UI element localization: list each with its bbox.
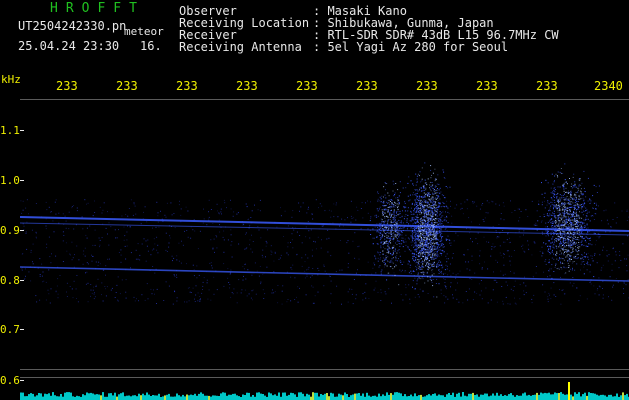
x-tick-label: 233 <box>116 79 138 93</box>
x-tick-label: 2340 <box>594 79 623 93</box>
x-tick-label: 233 <box>416 79 438 93</box>
x-tick-label: 233 <box>56 79 78 93</box>
noise-speckle <box>20 199 629 305</box>
y-tick-label: 0.6 <box>0 374 20 387</box>
y-tick-label: 0.7 <box>0 323 20 336</box>
meteor-label: meteor <box>124 25 164 38</box>
date-time: 25.04.24 23:30 <box>18 39 120 53</box>
y-tick-label: 0.8 <box>0 274 20 287</box>
y-tick-label: 0.9 <box>0 224 20 237</box>
x-tick-label: 233 <box>296 79 318 93</box>
title: HROFFT <box>50 1 145 16</box>
grid-lines <box>20 99 629 378</box>
x-tick-label: 233 <box>476 79 498 93</box>
x-tick-label: 233 <box>176 79 198 93</box>
y-tick-label: 1.1 <box>0 124 20 137</box>
y-tick-label: 1.0 <box>0 174 20 187</box>
x-tick-label: 233 <box>536 79 558 93</box>
spectrogram <box>20 99 629 400</box>
y-tick-marks <box>20 130 24 381</box>
file-name: UT2504242330.pn <box>18 19 127 33</box>
noise-floor <box>20 382 629 400</box>
meteor-count: 16. <box>140 39 162 53</box>
info-value-antenna: : 5el Yagi Az 280 for Seoul <box>313 40 509 54</box>
x-tick-label: 233 <box>236 79 258 93</box>
info-label-antenna: Receiving Antenna <box>179 40 302 54</box>
x-tick-label: 233 <box>356 79 378 93</box>
carrier-traces <box>20 216 629 282</box>
y-unit-label: kHz <box>1 73 21 86</box>
